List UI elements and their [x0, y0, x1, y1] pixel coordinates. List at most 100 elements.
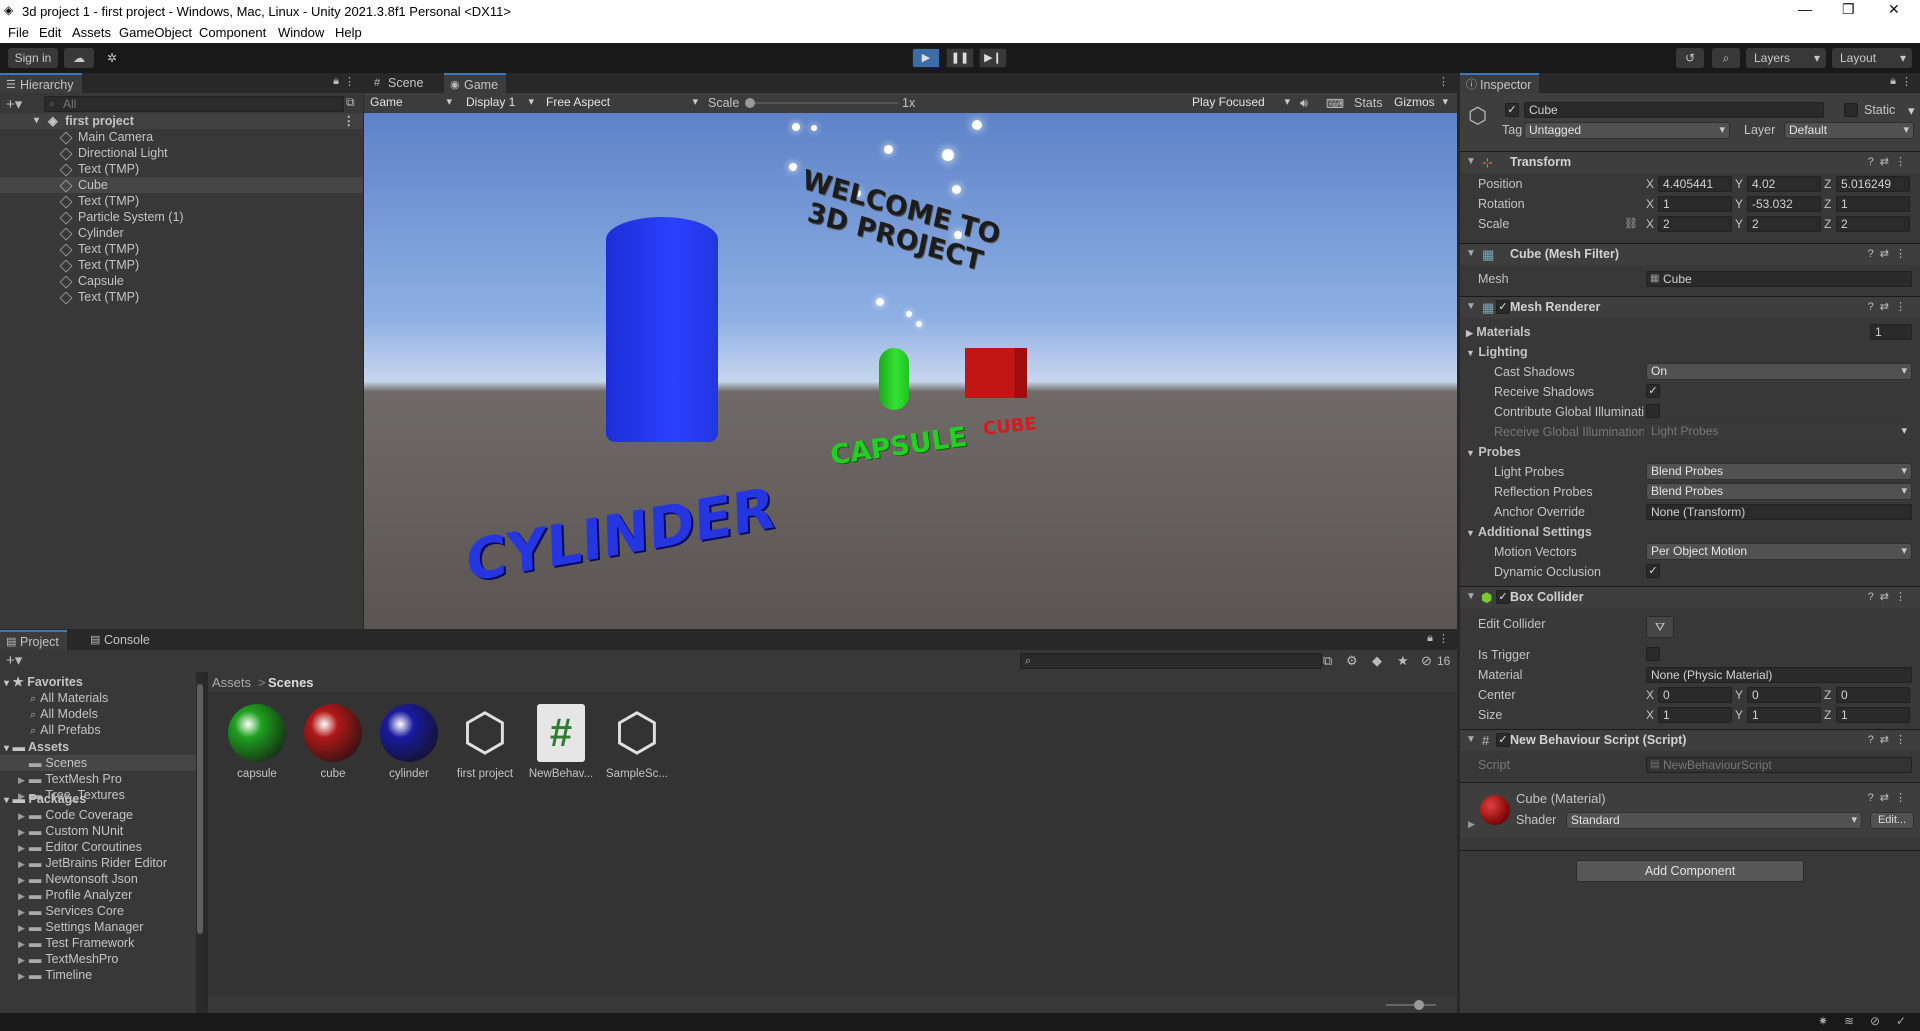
pause-button[interactable]: ❚❚ — [946, 48, 974, 68]
minimize-button[interactable]: — — [1798, 1, 1812, 17]
cloud-icon[interactable]: ☁ — [64, 48, 94, 68]
hierarchy-item[interactable]: Directional Light — [0, 145, 363, 161]
shader-dropdown[interactable]: Standard — [1566, 812, 1862, 829]
check-icon[interactable]: ✓ — [1896, 1014, 1906, 1028]
shader-edit-button[interactable]: Edit... — [1870, 812, 1914, 829]
component-tools-icon[interactable]: ?⇄⋮ — [1868, 791, 1912, 804]
scale-y-field[interactable]: 2 — [1747, 216, 1821, 232]
bug-icon[interactable]: ✷ — [1818, 1014, 1828, 1028]
package-item[interactable]: ▶ ▬ Settings Manager — [18, 919, 143, 935]
menu-gameobject[interactable]: GameObject — [119, 25, 192, 40]
asset-file[interactable]: # NewBehav... — [526, 704, 596, 784]
cast-shadows-dropdown[interactable]: On — [1646, 363, 1912, 380]
center-x-field[interactable]: 0 — [1658, 687, 1732, 703]
motion-vectors-dropdown[interactable]: Per Object Motion — [1646, 543, 1912, 560]
scale-slider-handle[interactable] — [745, 98, 755, 108]
layer-dropdown[interactable]: Default — [1784, 122, 1914, 139]
contribute-gi-checkbox[interactable] — [1646, 404, 1660, 418]
rotation-z-field[interactable]: 1 — [1836, 196, 1910, 212]
package-item[interactable]: ▶ ▬ JetBrains Rider Editor — [18, 855, 167, 871]
favorite-icon[interactable]: ★ — [1397, 653, 1409, 669]
aspect-dropdown[interactable]: Free Aspect — [542, 95, 702, 112]
hierarchy-item[interactable]: Main Camera — [0, 129, 363, 145]
favorites-header[interactable]: ▾ ★ Favorites — [4, 674, 83, 690]
mesh-field[interactable]: ▦ Cube — [1646, 271, 1912, 287]
collapsed-arrow-icon[interactable]: ▶ — [1468, 819, 1475, 830]
package-item[interactable]: ▶ ▬ Profile Analyzer — [18, 887, 132, 903]
chevron-down-icon[interactable]: ▾ — [1908, 103, 1915, 119]
tab-project[interactable]: ▤ Project — [0, 630, 67, 650]
reflection-probes-dropdown[interactable]: Blend Probes — [1646, 483, 1912, 500]
light-probes-dropdown[interactable]: Blend Probes — [1646, 463, 1912, 480]
scene-row[interactable]: ▾ ◈ first project ⋮ — [0, 113, 363, 129]
hierarchy-item[interactable]: Text (TMP) — [0, 193, 363, 209]
probes-foldout[interactable]: ▼ Probes — [1466, 445, 1521, 459]
size-z-field[interactable]: 1 — [1836, 707, 1910, 723]
position-y-field[interactable]: 4.02 — [1747, 176, 1821, 192]
physic-material-field[interactable]: None (Physic Material) — [1646, 667, 1912, 683]
package-item[interactable]: ▶ ▬ Services Core — [18, 903, 124, 919]
more-icon[interactable]: ⋮ — [344, 75, 355, 88]
menu-help[interactable]: Help — [335, 25, 362, 40]
favorites-item[interactable]: ⌕ All Materials — [30, 690, 108, 706]
center-y-field[interactable]: 0 — [1747, 687, 1821, 703]
rotation-y-field[interactable]: -53.032 — [1747, 196, 1821, 212]
hierarchy-item[interactable]: Cylinder — [0, 225, 363, 241]
materials-count-field[interactable]: 1 — [1870, 324, 1912, 340]
history-icon[interactable]: ↺ — [1676, 48, 1704, 68]
receive-shadows-checkbox[interactable]: ✓ — [1646, 384, 1660, 398]
hierarchy-item[interactable]: Cube — [0, 177, 363, 193]
mesh-renderer-header[interactable]: ▼ ▦ ✓ Mesh Renderer ?⇄⋮ — [1460, 296, 1920, 318]
receive-gi-dropdown[interactable]: Light Probes — [1646, 423, 1912, 440]
object-name-field[interactable]: Cube — [1524, 102, 1824, 118]
search-by-type-icon[interactable]: ⧉ — [1323, 653, 1332, 669]
lighting-foldout[interactable]: ▼ Lighting — [1466, 345, 1528, 359]
link-icon[interactable]: ⛓ — [1624, 217, 1638, 230]
size-x-field[interactable]: 1 — [1658, 707, 1732, 723]
hierarchy-item[interactable]: Particle System (1) — [0, 209, 363, 225]
scale-x-field[interactable]: 2 — [1658, 216, 1732, 232]
package-item[interactable]: ▶ ▬ Timeline — [18, 967, 92, 983]
cache-icon[interactable]: ⊘ — [1870, 1014, 1880, 1028]
game-mode-dropdown[interactable]: Game — [366, 95, 456, 112]
hierarchy-item[interactable]: Capsule — [0, 273, 363, 289]
gizmos-dropdown[interactable]: Gizmos — [1390, 95, 1452, 112]
assets-header[interactable]: ▾ ▬ Assets — [4, 739, 69, 755]
component-tools-icon[interactable]: ?⇄⋮ — [1868, 155, 1912, 168]
asset-folder-item[interactable]: ▶ ▬ TextMesh Pro — [0, 771, 196, 787]
step-button[interactable]: ▶❙ — [979, 48, 1007, 68]
project-search-input[interactable]: ⌕ — [1020, 653, 1322, 669]
script-field[interactable]: ▤ NewBehaviourScript — [1646, 757, 1912, 773]
package-item[interactable]: ▶ ▬ Custom NUnit — [18, 823, 123, 839]
rotation-x-field[interactable]: 1 — [1658, 196, 1732, 212]
hierarchy-item[interactable]: Text (TMP) — [0, 257, 363, 273]
menu-edit[interactable]: Edit — [39, 25, 61, 40]
layers-dropdown[interactable]: Layers ▾ — [1746, 48, 1826, 68]
breadcrumb-assets[interactable]: Assets — [212, 675, 251, 690]
more-icon[interactable]: ⋮ — [1438, 75, 1449, 88]
center-z-field[interactable]: 0 — [1836, 687, 1910, 703]
hierarchy-item[interactable]: Text (TMP) — [0, 289, 363, 305]
tab-inspector[interactable]: ⓘ Inspector — [1460, 73, 1540, 93]
scene-visibility-icon[interactable]: ⧉ — [346, 95, 355, 110]
asset-file[interactable]: cube — [298, 704, 368, 784]
transform-header[interactable]: ▼ ⊹ Transform ?⇄⋮ — [1460, 151, 1920, 173]
menu-component[interactable]: Component — [199, 25, 266, 40]
lock-icon[interactable]: 🔒︎ — [1427, 632, 1433, 645]
more-icon[interactable]: ⋮ — [1438, 632, 1449, 645]
icon-size-slider[interactable] — [1386, 1004, 1436, 1006]
tag-dropdown[interactable]: Untagged — [1524, 122, 1730, 139]
more-icon[interactable]: ⋮ — [343, 113, 356, 129]
tab-scene[interactable]: # Scene — [368, 73, 431, 93]
play-focused-dropdown[interactable]: Play Focused — [1188, 95, 1294, 112]
layout-dropdown[interactable]: Layout ▾ — [1832, 48, 1912, 68]
mesh-filter-header[interactable]: ▼ ▦ Cube (Mesh Filter) ?⇄⋮ — [1460, 243, 1920, 265]
component-tools-icon[interactable]: ?⇄⋮ — [1868, 300, 1912, 313]
keyboard-icon[interactable]: ⌨ — [1326, 96, 1344, 111]
anchor-override-field[interactable]: None (Transform) — [1646, 504, 1912, 520]
is-trigger-checkbox[interactable] — [1646, 647, 1660, 661]
package-item[interactable]: ▶ ▬ Code Coverage — [18, 807, 133, 823]
add-component-button[interactable]: Add Component — [1576, 860, 1804, 882]
label-icon[interactable]: ◆ — [1372, 653, 1382, 669]
script-enabled-checkbox[interactable]: ✓ — [1496, 733, 1510, 747]
